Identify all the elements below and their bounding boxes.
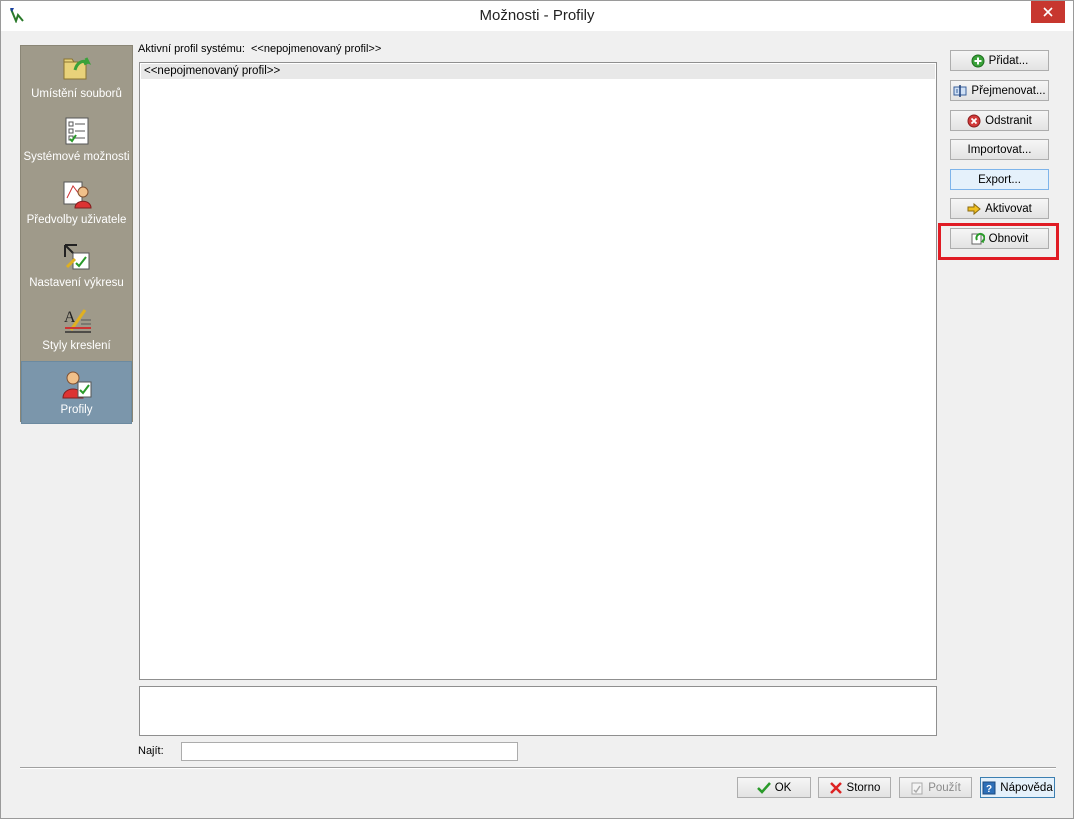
active-profile-label: Aktivní profil systému: (138, 43, 245, 55)
active-profile-line: Aktivní profil systému: <<nepojmenovaný p… (138, 43, 381, 55)
svg-text:?: ? (986, 784, 992, 795)
refresh-highlight (938, 223, 1059, 260)
help-button[interactable]: ? Nápověda (980, 777, 1055, 798)
checklist-icon (65, 117, 88, 145)
add-button[interactable]: Přidat... (950, 50, 1049, 71)
drawing-settings-icon (63, 244, 89, 270)
options-sidebar: Umístění souborů Systémové možnosti Před… (20, 45, 133, 424)
delete-button-label: Odstranit (985, 114, 1032, 127)
sidebar-item-drawing-settings[interactable]: Nastavení výkresu (21, 235, 132, 298)
cross-icon (829, 781, 842, 794)
rename-icon (953, 84, 967, 97)
add-button-label: Přidat... (988, 54, 1029, 67)
help-button-label: Nápověda (1000, 781, 1053, 794)
import-button-label: Importovat... (967, 143, 1032, 156)
profiles-icon (61, 371, 91, 399)
sidebar-item-file-locations[interactable]: Umístění souborů (21, 46, 132, 109)
options-dialog: Možnosti - Profily Umístění souborů Syst… (0, 0, 1074, 819)
checkmark-icon (756, 781, 771, 794)
title-bar: Možnosti - Profily (1, 1, 1073, 31)
export-button-label: Export... (978, 173, 1021, 186)
rename-button[interactable]: Přejmenovat... (950, 80, 1049, 101)
import-button[interactable]: Importovat... (950, 139, 1049, 160)
cancel-button-label: Storno (846, 781, 881, 794)
sidebar-item-drawing-styles[interactable]: A Styly kreslení (21, 298, 132, 361)
folder-open-icon (63, 57, 91, 80)
sidebar-item-label: Umístění souborů (31, 88, 122, 100)
sidebar-item-user-preferences[interactable]: Předvolby uživatele (21, 172, 132, 235)
apply-button[interactable]: Použít (899, 777, 972, 798)
delete-button[interactable]: Odstranit (950, 110, 1049, 131)
drawing-styles-icon: A (64, 309, 91, 333)
delete-icon (967, 114, 981, 127)
export-button[interactable]: Export... (950, 169, 1049, 190)
apply-icon (911, 782, 923, 794)
activate-button-label: Aktivovat (985, 202, 1032, 215)
close-button[interactable] (1031, 1, 1065, 23)
ok-button-label: OK (774, 781, 792, 794)
find-input[interactable] (181, 742, 518, 761)
footer-separator (20, 767, 1056, 769)
sidebar-item-system-options[interactable]: Systémové možnosti (21, 109, 132, 172)
profile-description (139, 686, 937, 736)
rename-button-label: Přejmenovat... (971, 84, 1046, 97)
help-icon: ? (982, 781, 996, 795)
find-label: Najít: (138, 745, 164, 757)
sidebar-item-label: Profily (60, 404, 93, 416)
active-profile-value: <<nepojmenovaný profil>> (250, 43, 382, 55)
ok-button[interactable]: OK (737, 777, 811, 798)
add-icon (971, 54, 985, 67)
user-preferences-icon (63, 181, 92, 209)
sidebar-item-label: Systémové možnosti (23, 151, 130, 163)
dialog-client: Umístění souborů Systémové možnosti Před… (9, 32, 1067, 814)
sidebar-item-label: Styly kreslení (42, 340, 111, 352)
window-title: Možnosti - Profily (479, 7, 595, 24)
sidebar-item-label: Nastavení výkresu (29, 277, 124, 289)
cancel-button[interactable]: Storno (818, 777, 891, 798)
apply-button-label: Použít (928, 781, 961, 794)
list-item[interactable]: <<nepojmenovaný profil>> (141, 64, 935, 79)
sidebar-item-label: Předvolby uživatele (26, 214, 127, 226)
profiles-list[interactable]: <<nepojmenovaný profil>> (139, 62, 937, 680)
close-icon (1043, 7, 1053, 17)
activate-button[interactable]: Aktivovat (950, 198, 1049, 219)
arrow-right-icon (967, 202, 981, 215)
sidebar-item-profiles[interactable]: Profily (21, 361, 132, 424)
